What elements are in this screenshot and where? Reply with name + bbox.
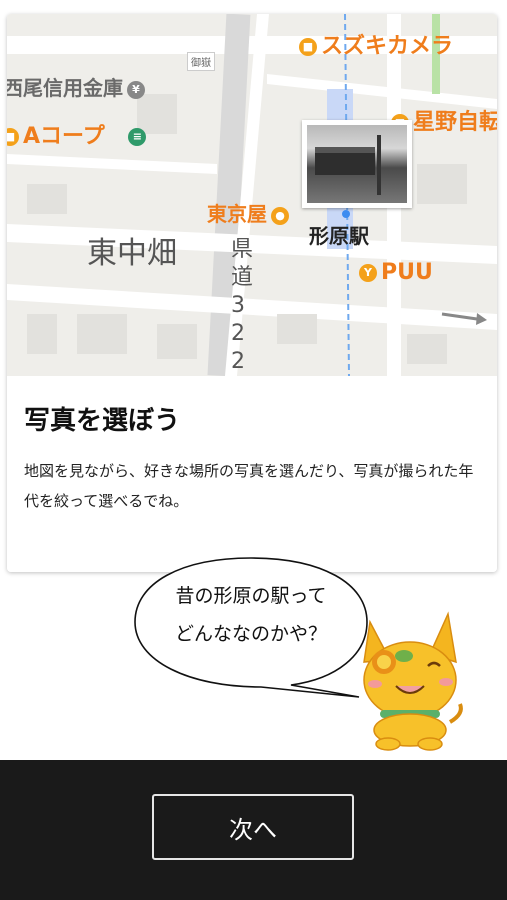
station-photo-marker[interactable] [302, 120, 412, 208]
map-poi-tokyoya[interactable]: 東京屋 ● [207, 198, 293, 227]
station-photo-thumbnail [307, 125, 407, 203]
next-button[interactable]: 次へ [152, 794, 354, 860]
map-poi-puu[interactable]: Y PUU [359, 260, 433, 285]
map-station-label: 形原駅 [309, 224, 369, 248]
bubble-line-1: 昔の形原の駅って [175, 585, 327, 607]
card-body: 写真を選ぼう 地図を見ながら、好きな場所の写真を選んだり、写真が撮られた年代を絞… [7, 376, 497, 572]
footer-bar: 次へ [0, 760, 507, 900]
card-description: 地図を見ながら、好きな場所の写真を選んだり、写真が撮られた年代を絞って選べるでね… [24, 462, 474, 510]
info-card: ■スズキカメラ 西尾信用金庫¥ ■Aコープ ≡ 御嶽 ■星野自転 東京屋● YP… [7, 14, 497, 572]
map-road-sign: 御嶽 [187, 52, 215, 71]
mascot-character [350, 602, 470, 752]
speech-bubble: 昔の形原の駅って どんななのかや？ [131, 555, 371, 700]
shop-pin-icon: ■ [7, 128, 19, 146]
market-pin-icon: ≡ [128, 128, 147, 146]
dog-mascot-icon [363, 611, 463, 751]
map-area-label: 東中畑 [87, 236, 177, 271]
station-location-dot [342, 210, 350, 218]
card-title: 写真を選ぼう [24, 406, 181, 436]
map-road-label: 県道322 [231, 237, 254, 374]
map-view[interactable]: ■スズキカメラ 西尾信用金庫¥ ■Aコープ ≡ 御嶽 ■星野自転 東京屋● YP… [7, 14, 497, 376]
bubble-line-2: どんななのかや？ [174, 623, 327, 645]
cafe-pin-icon: ● [271, 206, 289, 225]
restaurant-pin-icon: Y [359, 264, 377, 282]
shop-pin-icon: ■ [299, 38, 317, 56]
bank-pin-icon: ¥ [127, 80, 145, 99]
map-poi-suzuki-camera[interactable]: ■ スズキカメラ [299, 28, 453, 60]
map-poi-a-coop[interactable]: ■ Aコープ ≡ [7, 118, 150, 150]
map-poi-nishio-shinkin[interactable]: 西尾信用金庫 ¥ [7, 72, 149, 101]
